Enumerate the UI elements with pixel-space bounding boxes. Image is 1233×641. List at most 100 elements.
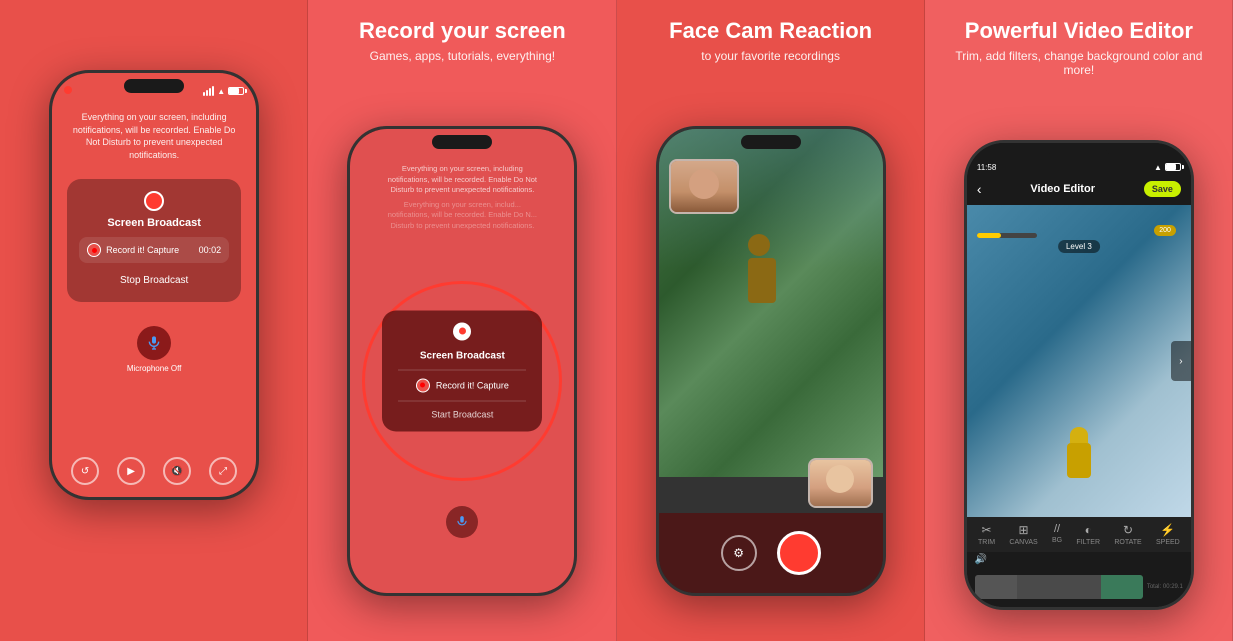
speed-label: SPEED bbox=[1156, 539, 1180, 546]
dynamic-island-2 bbox=[432, 135, 492, 149]
wifi-icon: ▲ bbox=[217, 87, 225, 96]
timeline-bar[interactable] bbox=[975, 575, 1143, 599]
speaker-icon[interactable]: 🔊 bbox=[975, 554, 987, 565]
info-text: Everything on your screen, including not… bbox=[67, 111, 241, 161]
record-capture-left: Record it! Capture bbox=[87, 243, 179, 257]
tool-canvas[interactable]: ⊞ CANVAS bbox=[1009, 523, 1037, 546]
speaker-row: 🔊 bbox=[967, 552, 1191, 567]
timeline-time: Total: 00:29.1 bbox=[1147, 584, 1183, 590]
mic-icon bbox=[146, 335, 162, 351]
phone-mockup-3: ⚙ bbox=[656, 126, 886, 596]
play-icon[interactable]: ▶ bbox=[117, 457, 145, 485]
tool-bg[interactable]: // BG bbox=[1052, 523, 1062, 546]
menu-divider-2 bbox=[398, 400, 526, 401]
char-body bbox=[1067, 443, 1091, 478]
panel-3-subtitle: to your favorite recordings bbox=[669, 49, 872, 63]
status-dot bbox=[64, 86, 72, 96]
mute-icon[interactable]: 🔇 bbox=[163, 457, 191, 485]
dynamic-island-4 bbox=[1049, 149, 1109, 163]
rec-icon bbox=[87, 243, 101, 257]
coin-badge: 200 bbox=[1154, 225, 1176, 236]
mic-circle-bottom[interactable] bbox=[446, 506, 478, 538]
phone-screen-2: Everything on your screen, includingnoti… bbox=[350, 129, 574, 593]
panel-2-subtitle: Games, apps, tutorials, everything! bbox=[359, 49, 566, 63]
phone2-text-1: Everything on your screen, includingnoti… bbox=[370, 164, 554, 196]
panel-2-header: Record your screen Games, apps, tutorial… bbox=[343, 0, 582, 71]
face-head-2 bbox=[826, 465, 854, 493]
signal-icon bbox=[203, 86, 214, 96]
face-cam-person-1 bbox=[671, 161, 737, 212]
phone-mockup-1: ▲ Everything on your screen, including n… bbox=[49, 70, 259, 500]
trim-label: TRIM bbox=[978, 539, 995, 546]
dynamic-island-1 bbox=[124, 79, 184, 93]
phone-1-content: Everything on your screen, including not… bbox=[52, 101, 256, 373]
soldier-head bbox=[748, 234, 770, 256]
rotate-label: ROTATE bbox=[1114, 539, 1141, 546]
tool-trim[interactable]: ✂ TRIM bbox=[978, 523, 995, 546]
tool-speed[interactable]: ⚡ SPEED bbox=[1156, 523, 1180, 546]
editor-preview: Level 3 200 › bbox=[967, 205, 1191, 517]
progress-fill bbox=[977, 233, 1001, 238]
face-cam-top bbox=[669, 159, 739, 214]
stop-broadcast-btn[interactable]: Stop Broadcast bbox=[79, 271, 229, 290]
phone-bottom-bar: ↺ ▶ 🔇 ⤢ bbox=[52, 457, 256, 485]
panel-4: Powerful Video Editor Trim, add filters,… bbox=[925, 0, 1233, 641]
menu-start-broadcast[interactable]: Start Broadcast bbox=[431, 409, 493, 419]
tool-rotate[interactable]: ↻ ROTATE bbox=[1114, 523, 1141, 546]
save-button[interactable]: Save bbox=[1144, 181, 1181, 197]
panel-4-header: Powerful Video Editor Trim, add filters,… bbox=[925, 0, 1233, 85]
phone-screen-1: ▲ Everything on your screen, including n… bbox=[52, 73, 256, 497]
mic-section: Microphone Off bbox=[127, 326, 182, 373]
panel-2: Record your screen Games, apps, tutorial… bbox=[308, 0, 616, 641]
expand-icon[interactable]: ⤢ bbox=[209, 457, 237, 485]
panel-3: Face Cam Reaction to your favorite recor… bbox=[617, 0, 925, 641]
panel-1: ▲ Everything on your screen, including n… bbox=[0, 0, 308, 641]
soldier-body bbox=[748, 258, 776, 303]
editor-timeline: Total: 00:29.1 bbox=[967, 567, 1191, 607]
game-bottom-bar: ⚙ bbox=[659, 513, 883, 593]
p4-wifi-icon: ▲ bbox=[1154, 163, 1162, 172]
phone-screen-3: ⚙ bbox=[659, 129, 883, 593]
screen-broadcast-label: Screen Broadcast bbox=[79, 217, 229, 229]
p4-battery-icon bbox=[1165, 163, 1181, 171]
panel-3-header: Face Cam Reaction to your favorite recor… bbox=[653, 0, 888, 71]
timeline-segment-1 bbox=[975, 575, 1017, 599]
face-head-1 bbox=[689, 169, 719, 199]
nav-arrow-right[interactable]: › bbox=[1171, 341, 1191, 381]
speed-icon: ⚡ bbox=[1160, 523, 1175, 537]
refresh-icon[interactable]: ↺ bbox=[71, 457, 99, 485]
face-cam-bottom bbox=[808, 458, 873, 508]
battery-icon bbox=[228, 87, 244, 95]
bg-label: BG bbox=[1052, 537, 1062, 544]
menu-screen-broadcast: Screen Broadcast bbox=[420, 350, 505, 361]
p4-status-icons: ▲ bbox=[1154, 163, 1181, 172]
filter-label: FILTER bbox=[1076, 539, 1100, 546]
menu-record-capture: Record it! Capture bbox=[436, 380, 509, 390]
record-icon-1 bbox=[144, 191, 164, 211]
mic-icon-circle bbox=[137, 326, 171, 360]
progress-bar-area bbox=[977, 233, 1037, 238]
panel-3-title: Face Cam Reaction bbox=[669, 18, 872, 44]
dynamic-island-3 bbox=[741, 135, 801, 149]
char-head bbox=[1070, 427, 1088, 443]
trim-icon: ✂ bbox=[982, 523, 992, 537]
tool-filter[interactable]: ◐ FILTER bbox=[1076, 523, 1100, 546]
editor-toolbar: ✂ TRIM ⊞ CANVAS // BG ◐ FILTER ↻ ROTAT bbox=[967, 517, 1191, 552]
broadcast-menu: Screen Broadcast Record it! Capture Star… bbox=[382, 310, 542, 431]
canvas-label: CANVAS bbox=[1009, 539, 1037, 546]
phone-mockup-4: 11:58 ▲ ‹ Video Editor Save bbox=[964, 140, 1194, 610]
record-capture-text: Record it! Capture bbox=[106, 245, 179, 255]
back-arrow[interactable]: ‹ bbox=[977, 181, 982, 197]
timeline-segment-3 bbox=[1101, 575, 1143, 599]
phone2-text-2: Everything on your screen, includ...noti… bbox=[370, 200, 554, 232]
menu-record-icon bbox=[453, 322, 471, 340]
panel-4-title: Powerful Video Editor bbox=[941, 18, 1217, 44]
phone-screen-4: 11:58 ▲ ‹ Video Editor Save bbox=[967, 143, 1191, 607]
record-red-button[interactable] bbox=[777, 531, 821, 575]
settings-icon[interactable]: ⚙ bbox=[721, 535, 757, 571]
face-cam-person-2 bbox=[810, 460, 871, 506]
menu-record-row: Record it! Capture bbox=[416, 378, 509, 392]
menu-rec-icon bbox=[416, 378, 430, 392]
rotate-icon: ↻ bbox=[1123, 523, 1133, 537]
mic-label: Microphone Off bbox=[127, 364, 182, 373]
